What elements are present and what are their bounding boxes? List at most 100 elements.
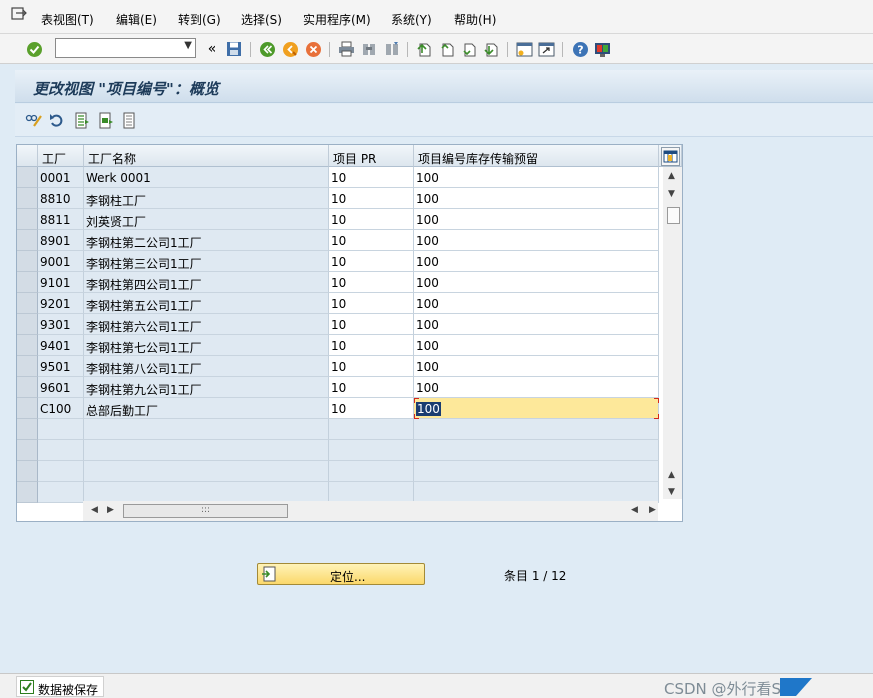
cell-item-number[interactable]: 100 <box>414 167 659 188</box>
menu-goto[interactable]: 转到(G) <box>178 11 221 28</box>
row-selector[interactable] <box>17 167 38 188</box>
cell-plant: 9301 <box>38 314 84 335</box>
row-selector[interactable] <box>17 440 38 461</box>
select-block-icon[interactable] <box>97 111 115 129</box>
cell-plant: 9501 <box>38 356 84 377</box>
row-selector[interactable] <box>17 293 38 314</box>
cell-item-pr[interactable]: 10 <box>329 398 414 419</box>
cell-item-pr[interactable]: 10 <box>329 230 414 251</box>
column-header-plant-name[interactable]: 工厂名称 <box>84 145 329 167</box>
shortcut-icon[interactable] <box>537 40 555 58</box>
scroll-left-icon[interactable]: ◀ <box>91 505 98 515</box>
cell-item-pr[interactable]: 10 <box>329 356 414 377</box>
enter-icon[interactable] <box>25 40 43 58</box>
row-selector[interactable] <box>17 377 38 398</box>
cell-item-number[interactable]: 100 <box>414 314 659 335</box>
cell-item-number[interactable]: 100 <box>414 272 659 293</box>
exit-icon[interactable] <box>281 40 299 58</box>
cell-item-pr[interactable]: 10 <box>329 377 414 398</box>
row-selector[interactable] <box>17 209 38 230</box>
find-next-icon[interactable] <box>383 40 401 58</box>
cell-item-number[interactable]: 100 <box>414 335 659 356</box>
row-selector[interactable] <box>17 398 38 419</box>
menu-help[interactable]: 帮助(H) <box>454 11 496 28</box>
column-header-item-pr[interactable]: 项目 PR <box>329 145 414 167</box>
vertical-scroll-thumb[interactable] <box>667 207 680 224</box>
deselect-all-icon[interactable] <box>121 111 139 129</box>
scroll-right-icon[interactable]: ▶ <box>107 505 114 515</box>
cell-item-pr[interactable]: 10 <box>329 293 414 314</box>
horizontal-scrollbar[interactable]: ◀ ▶ ::: ◀ ▶ <box>83 501 658 521</box>
cell-item-number[interactable]: 100 <box>414 377 659 398</box>
row-selector[interactable] <box>17 482 38 503</box>
find-icon[interactable] <box>360 40 378 58</box>
customize-layout-icon[interactable] <box>593 40 611 58</box>
system-menu-icon[interactable] <box>11 7 27 21</box>
row-selector[interactable] <box>17 272 38 293</box>
command-input[interactable] <box>58 40 176 56</box>
cell-item-pr[interactable]: 10 <box>329 272 414 293</box>
row-selector[interactable] <box>17 314 38 335</box>
column-header-item-number[interactable]: 项目编号库存传输预留 <box>414 145 659 167</box>
cell-item-pr[interactable]: 10 <box>329 167 414 188</box>
back-icon[interactable] <box>258 40 276 58</box>
select-all-column-header[interactable] <box>17 145 38 167</box>
collapse-icon[interactable]: « <box>203 40 221 58</box>
row-selector[interactable] <box>17 230 38 251</box>
cell-item-pr[interactable]: 10 <box>329 314 414 335</box>
menu-table-view[interactable]: 表视图(T) <box>41 11 94 28</box>
help-icon[interactable]: ? <box>571 40 589 58</box>
row-selector[interactable] <box>17 251 38 272</box>
row-selector[interactable] <box>17 356 38 377</box>
save-icon[interactable] <box>225 40 243 58</box>
row-selector[interactable] <box>17 419 38 440</box>
menu-system[interactable]: 系统(Y) <box>391 11 432 28</box>
select-all-icon[interactable] <box>73 111 91 129</box>
cell-plant-name <box>84 440 329 461</box>
cell-plant-name: 李钢柱第八公司1工厂 <box>84 356 329 377</box>
undo-icon[interactable] <box>48 111 66 129</box>
menu-utilities[interactable]: 实用程序(M) <box>303 11 371 28</box>
menu-edit[interactable]: 编辑(E) <box>116 11 157 28</box>
horizontal-scroll-thumb[interactable]: ::: <box>123 504 288 518</box>
cell-item-number[interactable]: 100 <box>414 230 659 251</box>
cell-item-pr[interactable]: 10 <box>329 335 414 356</box>
scroll-down-icon[interactable]: ▼ <box>668 189 675 199</box>
cancel-icon[interactable] <box>304 40 322 58</box>
last-page-icon[interactable] <box>482 40 500 58</box>
table-settings-button[interactable] <box>661 147 680 166</box>
cell-item-number[interactable]: 100 <box>414 398 659 419</box>
scroll-up-icon[interactable]: ▲ <box>668 171 675 181</box>
cell-item-pr[interactable]: 10 <box>329 251 414 272</box>
vertical-scrollbar[interactable]: ▲ ▼ ▲ ▼ <box>663 167 682 499</box>
status-message[interactable]: 数据被保存 <box>16 676 104 697</box>
scroll-right-icon[interactable]: ▶ <box>649 505 656 515</box>
position-button[interactable]: 定位... <box>257 563 425 585</box>
cell-item-number[interactable]: 100 <box>414 293 659 314</box>
first-page-icon[interactable] <box>415 40 433 58</box>
cell-item-number[interactable]: 100 <box>414 188 659 209</box>
next-page-icon[interactable] <box>460 40 478 58</box>
cell-item-pr[interactable]: 10 <box>329 209 414 230</box>
cell-item-pr[interactable]: 10 <box>329 188 414 209</box>
table-row: 0001 Werk 0001 10 100 <box>17 167 659 188</box>
cell-item-number[interactable]: 100 <box>414 356 659 377</box>
row-selector[interactable] <box>17 461 38 482</box>
scroll-up-icon[interactable]: ▲ <box>668 470 675 480</box>
scroll-left-icon[interactable]: ◀ <box>631 505 638 515</box>
column-header-plant[interactable]: 工厂 <box>38 145 84 167</box>
table-row <box>17 419 659 440</box>
previous-page-icon[interactable] <box>438 40 456 58</box>
row-selector[interactable] <box>17 188 38 209</box>
new-session-icon[interactable] <box>515 40 533 58</box>
scroll-down-icon[interactable]: ▼ <box>668 487 675 497</box>
menu-selection[interactable]: 选择(S) <box>241 11 282 28</box>
chevron-down-icon[interactable]: ▼ <box>184 40 192 51</box>
cell-item-number[interactable]: 100 <box>414 209 659 230</box>
display-change-icon[interactable] <box>25 111 43 129</box>
row-selector[interactable] <box>17 335 38 356</box>
command-field[interactable]: ▼ <box>55 38 196 58</box>
cell-item-number[interactable]: 100 <box>414 251 659 272</box>
print-icon[interactable] <box>337 40 355 58</box>
selected-value[interactable]: 100 <box>416 402 441 416</box>
